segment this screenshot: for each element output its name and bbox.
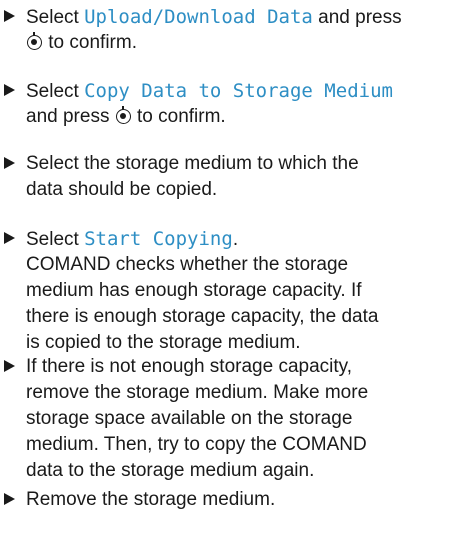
step-bullet-icon xyxy=(4,84,15,96)
step-line: Select Copy Data to Storage Medium xyxy=(26,78,393,104)
step-text: Select xyxy=(26,229,85,250)
step-line: and press to confirm. xyxy=(26,104,226,130)
step-line: to confirm. xyxy=(26,30,137,56)
step-line: is copied to the storage medium. xyxy=(26,332,301,353)
step-line: medium has enough storage capacity. If xyxy=(26,280,362,301)
step-bullet-icon xyxy=(4,360,15,372)
step-bullet-icon xyxy=(4,10,15,22)
step-line: remove the storage medium. Make more xyxy=(26,382,369,403)
step-line: Select Upload/Download Data and press xyxy=(26,4,402,30)
step-text: Select xyxy=(26,81,85,102)
step-line: Select Start Copying. xyxy=(26,226,238,252)
step-bullet-icon xyxy=(4,493,15,505)
step-text: . xyxy=(232,229,239,250)
step-text: Select xyxy=(26,7,85,28)
menu-item-start-copying: Start Copying xyxy=(84,228,233,250)
step-line: medium. Then, try to copy the COMAND xyxy=(26,434,367,455)
step-line: COMAND checks whether the storage xyxy=(26,254,349,275)
step-text: to confirm. xyxy=(131,106,226,127)
step-text: to confirm. xyxy=(43,32,137,53)
step-text: and press xyxy=(312,7,402,28)
rotary-knob-icon xyxy=(115,106,131,124)
step-line: If there is not enough storage capacity, xyxy=(26,356,353,377)
step-bullet-icon xyxy=(4,157,15,169)
step-bullet-icon xyxy=(4,232,15,244)
rotary-knob-icon xyxy=(27,32,42,50)
step-line: data to the storage medium again. xyxy=(26,460,315,481)
step-line: storage space available on the storage xyxy=(26,408,353,429)
step-text: and press xyxy=(26,106,115,127)
menu-item-upload-download: Upload/Download Data xyxy=(84,6,313,28)
step-line: Remove the storage medium. xyxy=(26,489,276,510)
menu-item-copy-data-to-storage-medium: Copy Data to Storage Medium xyxy=(84,80,393,102)
step-line: Select the storage medium to which the xyxy=(26,153,359,174)
step-line: data should be copied. xyxy=(26,179,218,200)
step-line: there is enough storage capacity, the da… xyxy=(26,306,379,327)
